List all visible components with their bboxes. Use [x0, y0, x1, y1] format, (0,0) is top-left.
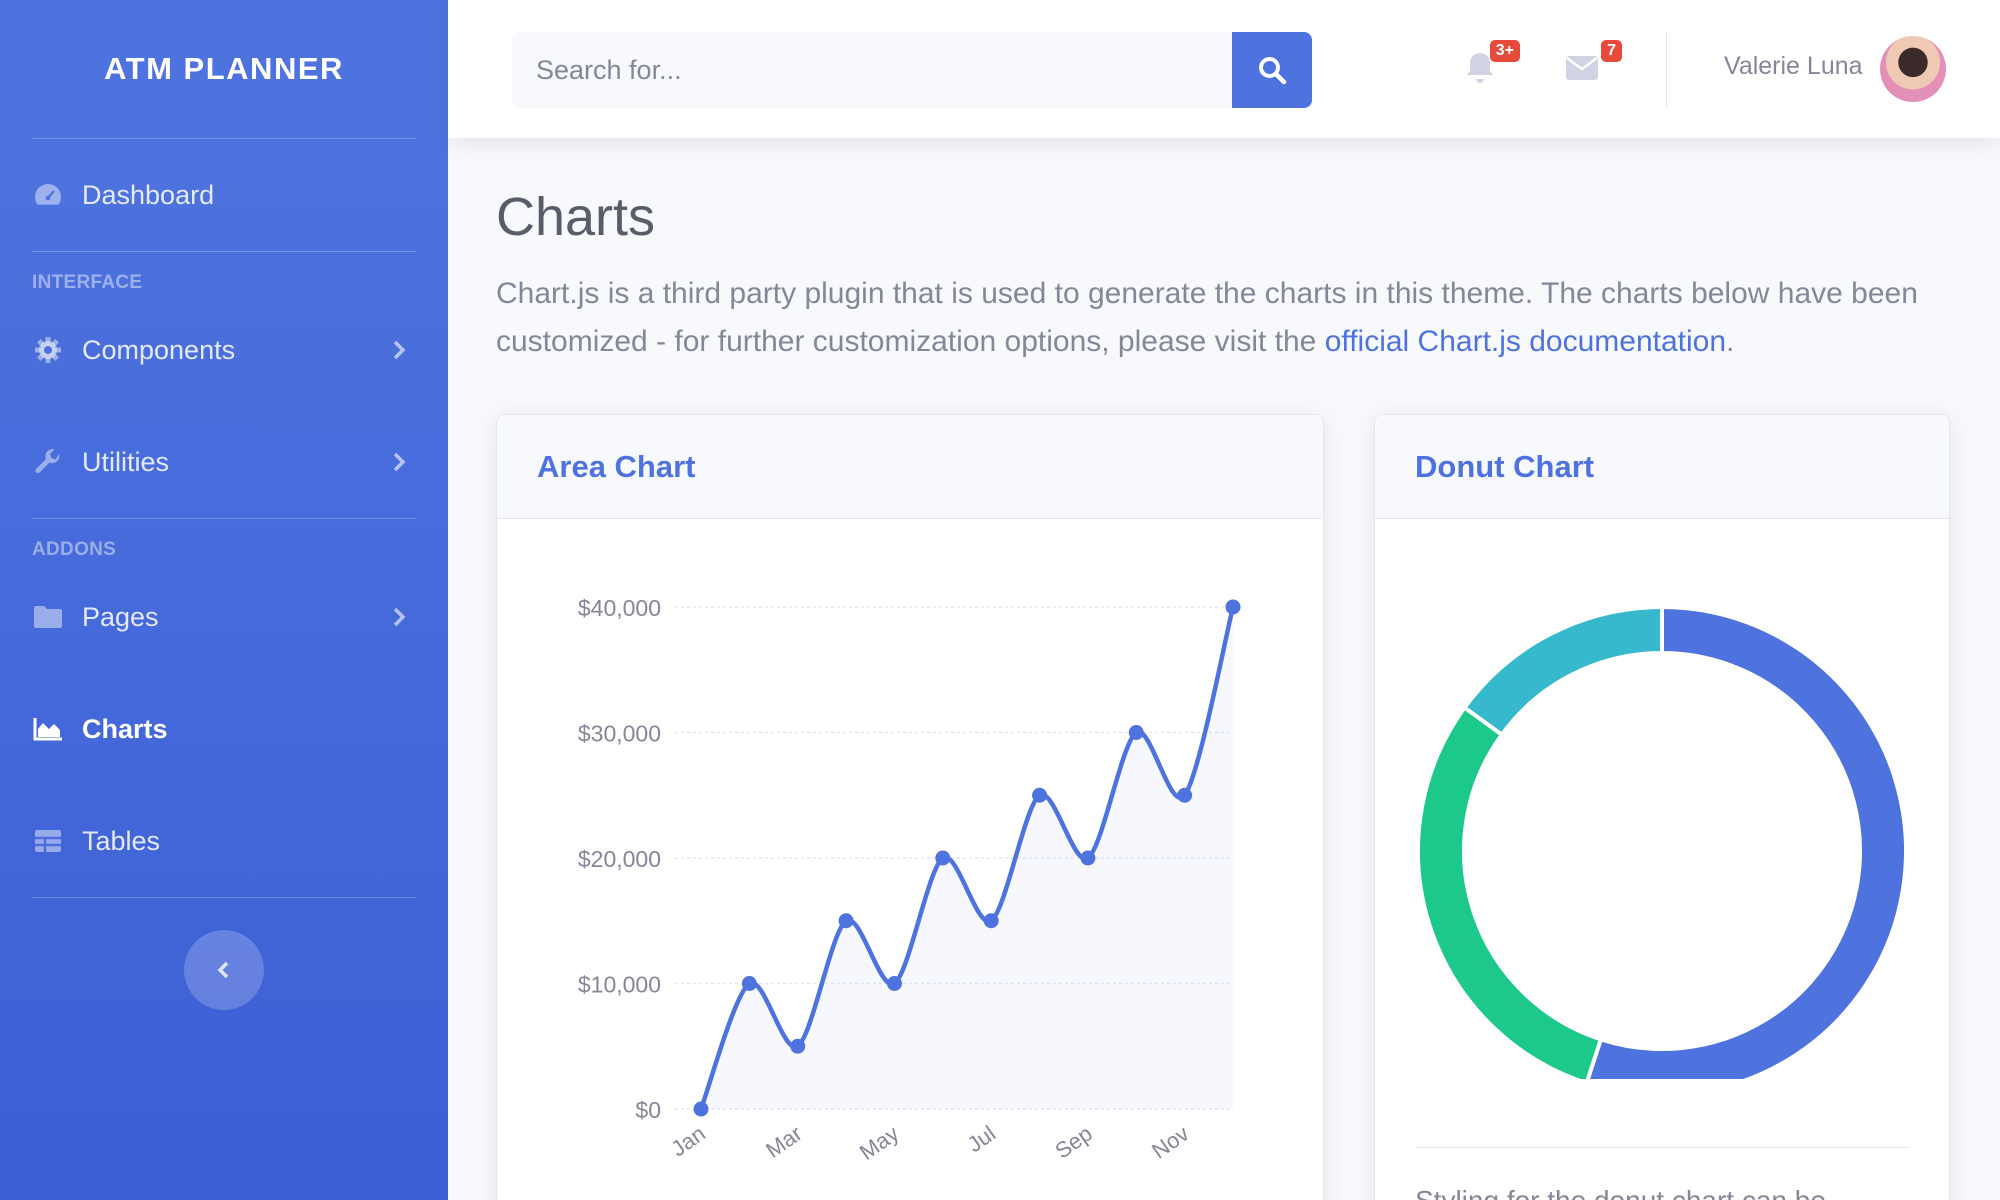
y-tick-label: $0 [635, 1097, 661, 1123]
sidebar-toggle-button[interactable] [184, 930, 264, 1010]
sidebar-item-utilities[interactable]: Utilities [0, 406, 448, 518]
y-tick-label: $20,000 [578, 846, 661, 872]
y-tick-label: $40,000 [578, 595, 661, 621]
donut-note: Styling for the donut chart can be [1415, 1185, 1826, 1200]
search-form [512, 32, 1312, 108]
y-tick-label: $30,000 [578, 721, 661, 747]
card-title: Donut Chart [1415, 448, 1595, 484]
user-name[interactable]: Valerie Luna [1724, 52, 1863, 81]
chevron-right-icon [393, 607, 406, 627]
folder-icon [32, 601, 64, 633]
messages-badge: 7 [1601, 40, 1622, 62]
data-point[interactable] [741, 976, 757, 991]
messages-button[interactable]: 7 [1562, 40, 1622, 88]
sidebar-heading-interface: INTERFACE [32, 272, 143, 293]
area-chart-icon [32, 713, 64, 745]
donut-slice[interactable] [1461, 604, 1664, 738]
topbar-divider [1666, 32, 1667, 108]
chartjs-docs-link[interactable]: official Chart.js documentation [1325, 325, 1726, 358]
x-tick-label: Mar [761, 1121, 806, 1163]
x-tick-label: Jul [963, 1121, 1000, 1158]
chevron-right-icon [393, 452, 406, 472]
area-chart-body: $0 $10,000 $20,000 $30,000 $40,000 Jan Mar May J… [497, 519, 1323, 1200]
data-point[interactable] [886, 976, 902, 991]
sidebar: ATM PLANNER Dashboard INTERFACE Componen… [0, 0, 448, 1200]
alerts-badge: 3+ [1489, 40, 1520, 62]
donut-chart-card: Donut Chart Styling for the donut chart … [1374, 414, 1950, 1200]
topbar: 3+ 7 Valerie Luna [448, 0, 2000, 138]
y-tick-label: $10,000 [578, 972, 661, 998]
area-chart-card: Area Chart $0 $10,000 $20,000 $30,000 $40,00… [496, 414, 1324, 1200]
x-tick-label: Sep [1050, 1121, 1096, 1164]
wrench-icon [32, 446, 64, 478]
alerts-button[interactable]: 3+ [1460, 40, 1520, 88]
sidebar-item-label: Utilities [82, 446, 170, 477]
table-icon [32, 825, 64, 857]
sidebar-item-pages[interactable]: Pages [0, 561, 448, 673]
search-icon [1259, 57, 1287, 85]
sidebar-item-dashboard[interactable]: Dashboard [0, 139, 448, 251]
donut-slice[interactable] [1416, 704, 1604, 1086]
donut-chart [1416, 604, 1908, 1097]
data-point[interactable] [838, 913, 854, 929]
sidebar-item-label: Pages [82, 601, 159, 632]
sidebar-item-label: Tables [82, 825, 161, 856]
page-title: Charts [496, 187, 656, 247]
area-chart: $0 $10,000 $20,000 $30,000 $40,000 Jan Mar May J… [578, 595, 1241, 1165]
envelope-icon [1566, 56, 1598, 80]
sidebar-item-label: Components [82, 334, 236, 365]
data-point[interactable] [790, 1038, 806, 1054]
donut-divider [1415, 1147, 1909, 1148]
sidebar-item-label: Dashboard [82, 179, 215, 210]
donut-chart-body [1375, 519, 1949, 1097]
data-point[interactable] [1080, 850, 1096, 866]
x-tick-label: Nov [1147, 1121, 1193, 1164]
search-input[interactable] [512, 32, 1232, 108]
gear-icon [32, 334, 64, 366]
sidebar-item-label: Charts [82, 713, 168, 744]
brand-title[interactable]: ATM PLANNER [0, 0, 448, 138]
card-header: Donut Chart [1375, 415, 1949, 519]
sidebar-divider [32, 897, 416, 898]
chevron-right-icon [393, 340, 406, 360]
data-point[interactable] [1032, 787, 1048, 803]
data-point[interactable] [983, 913, 999, 929]
description-end: . [1726, 325, 1735, 358]
avatar[interactable] [1880, 36, 1946, 102]
tachometer-icon [32, 179, 64, 211]
search-button[interactable] [1232, 32, 1312, 108]
data-point[interactable] [935, 850, 951, 866]
data-point[interactable] [1177, 787, 1193, 803]
sidebar-item-tables[interactable]: Tables [0, 785, 448, 897]
data-point[interactable] [693, 1101, 709, 1117]
x-tick-label: Jan [666, 1121, 709, 1162]
sidebar-heading-addons: ADDONS [32, 539, 117, 560]
sidebar-item-charts[interactable]: Charts [0, 673, 448, 785]
page-description: Chart.js is a third party plugin that is… [496, 270, 1956, 366]
donut-slice[interactable] [1584, 604, 1908, 1097]
x-tick-label: May [855, 1121, 903, 1165]
chevron-left-icon [217, 961, 229, 979]
card-header: Area Chart [497, 415, 1323, 519]
data-point[interactable] [1225, 599, 1241, 615]
sidebar-item-components[interactable]: Components [0, 294, 448, 406]
card-title: Area Chart [537, 448, 696, 484]
data-point[interactable] [1128, 725, 1144, 740]
